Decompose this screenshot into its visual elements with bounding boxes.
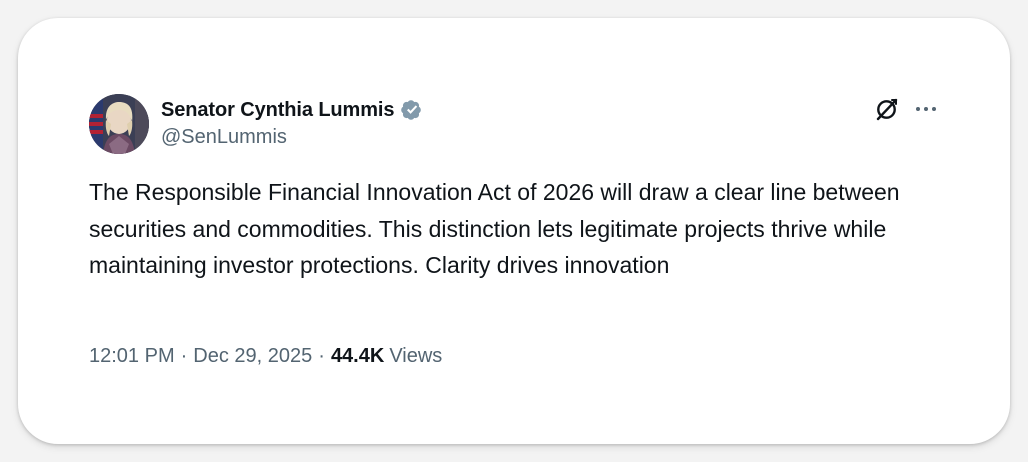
- grok-icon[interactable]: [874, 96, 900, 122]
- tweet-actions: [874, 96, 938, 122]
- avatar[interactable]: [89, 94, 149, 154]
- views-count[interactable]: 44.4K: [331, 345, 384, 368]
- tweet-time[interactable]: 12:01 PM: [89, 345, 175, 368]
- tweet-meta: 12:01 PM · Dec 29, 2025 · 44.4K Views: [89, 345, 442, 368]
- tweet-header: Senator Cynthia Lummis @SenLummis: [89, 94, 938, 156]
- tweet-date[interactable]: Dec 29, 2025: [193, 345, 312, 368]
- views-label[interactable]: Views: [389, 345, 442, 368]
- handle[interactable]: @SenLummis: [161, 126, 423, 149]
- author-names: Senator Cynthia Lummis @SenLummis: [161, 96, 423, 149]
- meta-separator: ·: [180, 345, 188, 367]
- more-icon[interactable]: [914, 97, 938, 121]
- verified-badge-icon[interactable]: [399, 98, 423, 122]
- profile-photo-icon: [89, 94, 149, 154]
- meta-separator: ·: [318, 345, 325, 367]
- tweet-text: The Responsible Financial Innovation Act…: [89, 179, 906, 278]
- tweet-card: Senator Cynthia Lummis @SenLummis The Re…: [18, 18, 1010, 444]
- name-row: Senator Cynthia Lummis: [161, 96, 423, 124]
- display-name[interactable]: Senator Cynthia Lummis: [161, 99, 395, 122]
